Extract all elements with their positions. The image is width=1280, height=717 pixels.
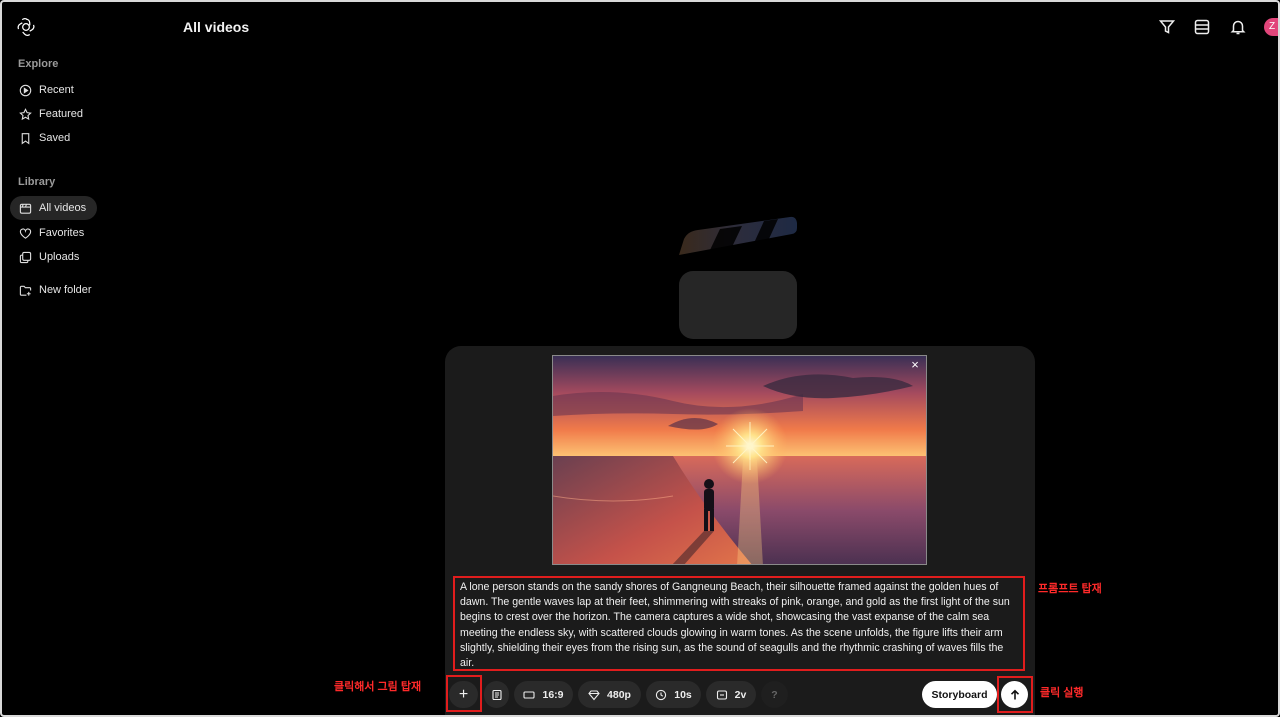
sidebar-item-label: Featured: [39, 108, 84, 120]
storyboard-doc-button[interactable]: [484, 681, 509, 708]
aspect-ratio-button[interactable]: 16:9: [514, 681, 573, 708]
heart-icon: [19, 227, 32, 239]
sidebar-item-label: New folder: [39, 284, 92, 296]
avatar[interactable]: Z: [1264, 18, 1278, 36]
new-folder-button[interactable]: New folder: [10, 278, 97, 302]
app-window: Explore Recent Featured Saved Library Al…: [0, 0, 1280, 717]
page-title: All videos: [183, 19, 250, 35]
resolution-button[interactable]: 480p: [578, 681, 641, 708]
sidebar-item-label: Recent: [39, 84, 74, 96]
sidebar-item-saved[interactable]: Saved: [10, 126, 97, 150]
remove-image-button[interactable]: ×: [907, 357, 923, 373]
uploaded-image-preview: [552, 355, 927, 565]
filter-icon[interactable]: [1158, 18, 1176, 36]
beach-sunrise-image: [553, 356, 926, 564]
aspect-ratio-value: 16:9: [542, 688, 564, 701]
sidebar-item-recent[interactable]: Recent: [10, 78, 97, 102]
prompt-textarea[interactable]: A lone person stands on the sandy shores…: [453, 576, 1025, 671]
aspect-ratio-icon: [523, 690, 536, 699]
sidebar-item-all-videos[interactable]: All videos: [10, 196, 97, 220]
annotation-add-note: 클릭해서 그림 탑재: [334, 681, 422, 693]
clock-icon: [656, 689, 667, 700]
variations-icon: [716, 689, 727, 700]
uploads-icon: [19, 251, 32, 263]
annotation-add-highlight: [446, 675, 482, 712]
sidebar-section-explore: Explore: [18, 58, 59, 70]
sidebar-item-label: Uploads: [39, 251, 80, 263]
sidebar-item-featured[interactable]: Featured: [10, 102, 97, 126]
storyboard-button[interactable]: Storyboard: [922, 681, 997, 708]
sidebar-item-label: All videos: [39, 202, 87, 214]
duration-button[interactable]: 10s: [646, 681, 701, 708]
openai-logo-icon[interactable]: [16, 17, 36, 37]
layout-icon[interactable]: [1193, 18, 1211, 36]
video-library-icon: [19, 203, 32, 214]
sidebar-item-uploads[interactable]: Uploads: [10, 245, 97, 269]
folder-plus-icon: [19, 285, 32, 296]
variations-value: 2v: [734, 688, 747, 701]
clapperboard-icon: [679, 216, 797, 339]
sidebar-item-label: Saved: [39, 132, 71, 144]
variations-button[interactable]: 2v: [706, 681, 756, 708]
play-circle-icon: [19, 84, 32, 96]
annotation-send-note: 클릭 실행: [1040, 687, 1084, 699]
bell-icon[interactable]: [1229, 18, 1247, 36]
annotation-prompt-note: 프롬프트 탑재: [1038, 583, 1102, 595]
bookmark-icon: [21, 132, 30, 145]
diamond-icon: [588, 689, 600, 700]
star-icon: [19, 107, 32, 120]
sidebar-item-label: Favorites: [39, 227, 85, 239]
duration-value: 10s: [674, 688, 692, 701]
document-icon: [491, 689, 502, 700]
resolution-value: 480p: [607, 688, 631, 701]
sidebar-section-library: Library: [18, 176, 56, 188]
help-button[interactable]: ?: [761, 681, 788, 708]
sidebar-item-favorites[interactable]: Favorites: [10, 221, 97, 245]
annotation-send-highlight: [997, 676, 1033, 713]
